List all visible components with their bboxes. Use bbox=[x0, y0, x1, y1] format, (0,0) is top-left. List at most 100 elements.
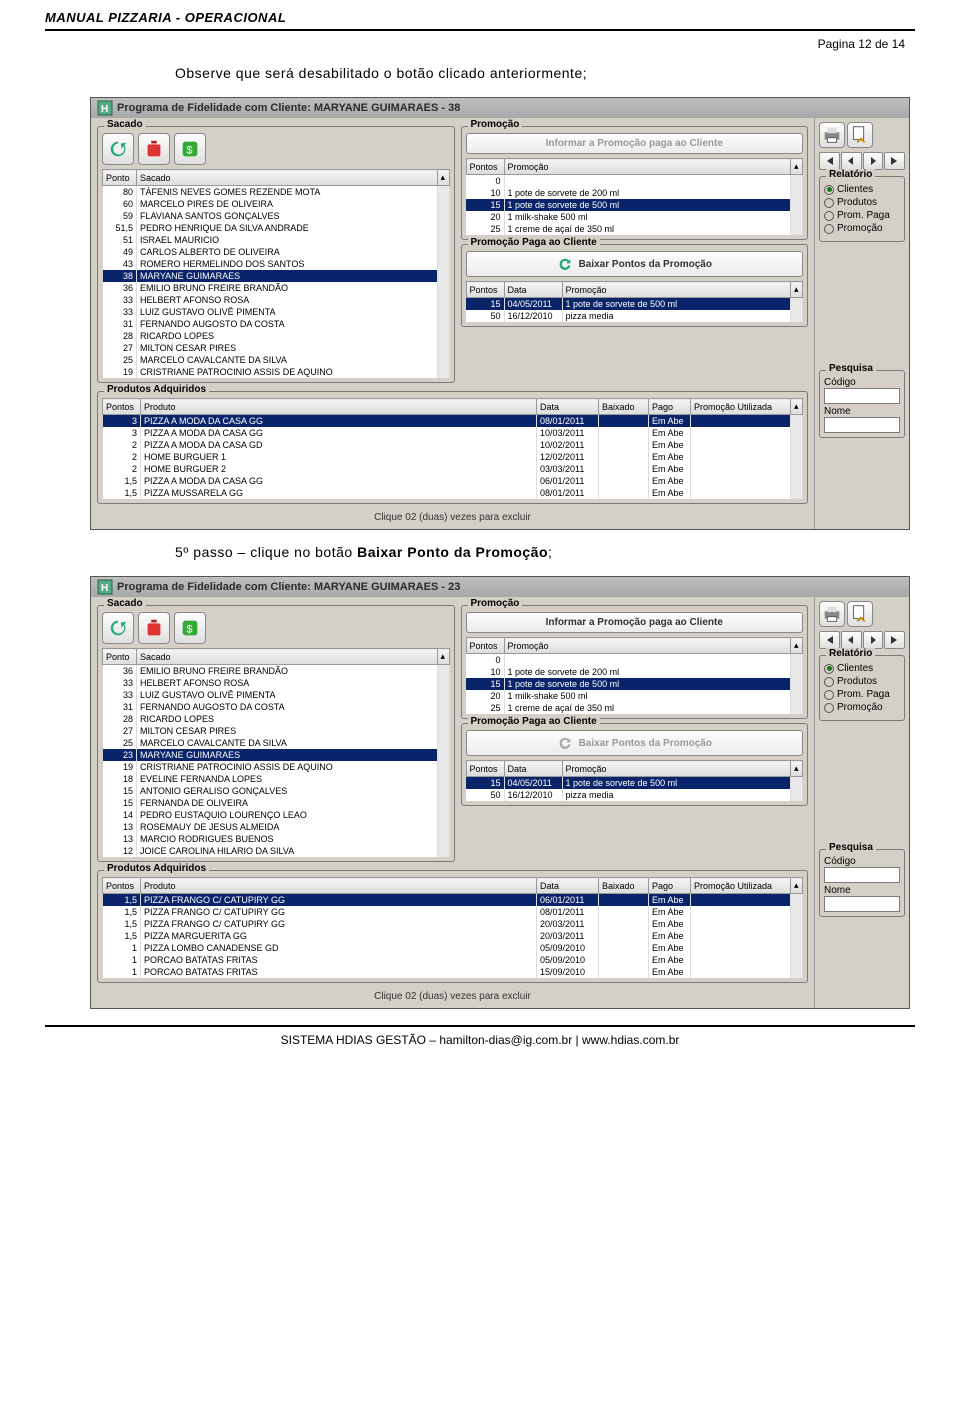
table-row[interactable]: 25MARCELO CAVALCANTE DA SILVA bbox=[103, 354, 450, 366]
radio-produtos[interactable]: Produtos bbox=[824, 196, 900, 209]
col-ponto[interactable]: Ponto bbox=[103, 170, 137, 186]
col-baixado[interactable]: Baixado bbox=[599, 878, 649, 894]
col-produto[interactable]: Produto bbox=[141, 399, 537, 415]
col-sacado[interactable]: Sacado bbox=[137, 170, 438, 186]
scroll-up-icon[interactable]: ▴ bbox=[791, 638, 803, 654]
table-row[interactable]: 15FERNANDA DE OLIVEIRA bbox=[103, 797, 450, 809]
table-row[interactable]: 101 pote de sorvete de 200 ml bbox=[466, 187, 803, 199]
table-row[interactable]: 59FLAVIANA SANTOS GONÇALVES bbox=[103, 210, 450, 222]
money-button[interactable]: $ bbox=[174, 612, 206, 644]
radio-clientes[interactable]: Clientes bbox=[824, 662, 900, 675]
codigo-input[interactable] bbox=[824, 867, 900, 883]
promo-table[interactable]: Pontos Promoção ▴ 0101 pote de sorvete d… bbox=[466, 158, 804, 235]
table-row[interactable]: 151 pote de sorvete de 500 ml bbox=[466, 678, 803, 690]
codigo-input[interactable] bbox=[824, 388, 900, 404]
table-row[interactable]: 0 bbox=[466, 175, 803, 188]
table-row[interactable]: 1,5PIZZA FRANGO C/ CATUPIRY GG06/01/2011… bbox=[103, 894, 803, 907]
table-row[interactable]: 12JOICE CAROLINA HILARIO DA SILVA bbox=[103, 845, 450, 857]
table-row[interactable]: 27MILTON CESAR PIRES bbox=[103, 725, 450, 737]
col-data[interactable]: Data bbox=[504, 282, 562, 298]
table-row[interactable]: 151 pote de sorvete de 500 ml bbox=[466, 199, 803, 211]
last-button[interactable] bbox=[884, 631, 905, 649]
table-row[interactable]: 28RICARDO LOPES bbox=[103, 713, 450, 725]
informar-promocao-button[interactable]: Informar a Promoção paga ao Cliente bbox=[466, 612, 804, 633]
promo-table[interactable]: Pontos Promoção ▴ 0101 pote de sorvete d… bbox=[466, 637, 804, 714]
radio-produtos[interactable]: Produtos bbox=[824, 675, 900, 688]
last-button[interactable] bbox=[884, 152, 905, 170]
col-pago[interactable]: Pago bbox=[649, 878, 691, 894]
table-row[interactable]: 2HOME BURGUER 203/03/2011Em Abe bbox=[103, 463, 803, 475]
table-row[interactable]: 13MARCIO RODRIGUES BUENOS bbox=[103, 833, 450, 845]
table-row[interactable]: 1,5PIZZA FRANGO C/ CATUPIRY GG08/01/2011… bbox=[103, 906, 803, 918]
col-pago[interactable]: Pago bbox=[649, 399, 691, 415]
table-row[interactable]: 1504/05/20111 pote de sorvete de 500 ml bbox=[466, 777, 803, 790]
table-row[interactable]: 3PIZZA A MODA DA CASA GG08/01/2011Em Abe bbox=[103, 415, 803, 428]
table-row[interactable]: 1,5PIZZA FRANGO C/ CATUPIRY GG20/03/2011… bbox=[103, 918, 803, 930]
col-data[interactable]: Data bbox=[537, 878, 599, 894]
table-row[interactable]: 80TÁFENIS NEVES GOMES REZENDE MOTA bbox=[103, 186, 450, 199]
refresh-button[interactable] bbox=[102, 133, 134, 165]
table-row[interactable]: 23MARYANE GUIMARAES bbox=[103, 749, 450, 761]
table-row[interactable]: 251 creme de açaí de 350 ml bbox=[466, 702, 803, 714]
radio-promocao[interactable]: Promoção bbox=[824, 701, 900, 714]
scroll-up-icon[interactable]: ▴ bbox=[437, 649, 449, 665]
scroll-up-icon[interactable]: ▴ bbox=[791, 761, 803, 777]
table-row[interactable]: 36EMILIO BRUNO FREIRE BRANDÃO bbox=[103, 665, 450, 678]
delete-button[interactable] bbox=[138, 133, 170, 165]
col-promocao[interactable]: Promoção bbox=[504, 159, 791, 175]
col-sacado[interactable]: Sacado bbox=[137, 649, 438, 665]
table-row[interactable]: 1,5PIZZA MARGUERITA GG20/03/2011Em Abe bbox=[103, 930, 803, 942]
table-row[interactable]: 13ROSEMAUY DE JESUS ALMEIDA bbox=[103, 821, 450, 833]
radio-promocao[interactable]: Promoção bbox=[824, 222, 900, 235]
table-row[interactable]: 201 milk-shake 500 ml bbox=[466, 211, 803, 223]
table-row[interactable]: 1,5PIZZA MUSSARELA GG08/01/2011Em Abe bbox=[103, 487, 803, 499]
table-row[interactable]: 51ISRAEL MAURICIO bbox=[103, 234, 450, 246]
baixar-pontos-button[interactable]: Baixar Pontos da Promoção bbox=[466, 251, 804, 277]
radio-prom-paga[interactable]: Prom. Paga bbox=[824, 209, 900, 222]
paga-table[interactable]: Pontos Data Promoção ▴ 1504/05/20111 pot… bbox=[466, 281, 804, 322]
first-button[interactable] bbox=[819, 152, 840, 170]
table-row[interactable]: 49CARLOS ALBERTO DE OLIVEIRA bbox=[103, 246, 450, 258]
table-row[interactable]: 5016/12/2010pizza media bbox=[466, 789, 803, 801]
scroll-up-icon[interactable]: ▴ bbox=[437, 170, 449, 186]
col-promocao[interactable]: Promoção bbox=[504, 638, 791, 654]
next-button[interactable] bbox=[863, 152, 884, 170]
sacado-table[interactable]: Ponto Sacado ▴ 36EMILIO BRUNO FREIRE BRA… bbox=[102, 648, 450, 857]
col-promocao[interactable]: Promoção bbox=[562, 282, 791, 298]
table-row[interactable]: 1PIZZA LOMBO CANADENSE GD05/09/2010Em Ab… bbox=[103, 942, 803, 954]
next-button[interactable] bbox=[863, 631, 884, 649]
export-button[interactable] bbox=[847, 122, 873, 148]
table-row[interactable]: 1504/05/20111 pote de sorvete de 500 ml bbox=[466, 298, 803, 311]
table-row[interactable]: 101 pote de sorvete de 200 ml bbox=[466, 666, 803, 678]
sacado-table[interactable]: Ponto Sacado ▴ 80TÁFENIS NEVES GOMES REZ… bbox=[102, 169, 450, 378]
table-row[interactable]: 14PEDRO EUSTAQUIO LOURENÇO LEAO bbox=[103, 809, 450, 821]
radio-clientes[interactable]: Clientes bbox=[824, 183, 900, 196]
refresh-button[interactable] bbox=[102, 612, 134, 644]
table-row[interactable]: 1PORCAO BATATAS FRITAS15/09/2010Em Abe bbox=[103, 966, 803, 978]
col-promocao[interactable]: Promoção bbox=[562, 761, 791, 777]
table-row[interactable]: 36EMILIO BRUNO FREIRE BRANDÃO bbox=[103, 282, 450, 294]
col-ponto[interactable]: Ponto bbox=[103, 649, 137, 665]
table-row[interactable]: 0 bbox=[466, 654, 803, 667]
money-button[interactable]: $ bbox=[174, 133, 206, 165]
first-button[interactable] bbox=[819, 631, 840, 649]
col-pontos[interactable]: Pontos bbox=[466, 761, 504, 777]
table-row[interactable]: 28RICARDO LOPES bbox=[103, 330, 450, 342]
produtos-table[interactable]: Pontos Produto Data Baixado Pago Promoçã… bbox=[102, 877, 803, 978]
col-baixado[interactable]: Baixado bbox=[599, 399, 649, 415]
table-row[interactable]: 43ROMERO HERMELINDO DOS SANTOS bbox=[103, 258, 450, 270]
col-data[interactable]: Data bbox=[537, 399, 599, 415]
col-data[interactable]: Data bbox=[504, 761, 562, 777]
table-row[interactable]: 3PIZZA A MODA DA CASA GG10/03/2011Em Abe bbox=[103, 427, 803, 439]
table-row[interactable]: 25MARCELO CAVALCANTE DA SILVA bbox=[103, 737, 450, 749]
table-row[interactable]: 60MARCELO PIRES DE OLIVEIRA bbox=[103, 198, 450, 210]
table-row[interactable]: 1,5PIZZA A MODA DA CASA GG06/01/2011Em A… bbox=[103, 475, 803, 487]
informar-promocao-button[interactable]: Informar a Promoção paga ao Cliente bbox=[466, 133, 804, 154]
table-row[interactable]: 19CRISTRIANE PATROCINIO ASSIS DE AQUINO bbox=[103, 761, 450, 773]
table-row[interactable]: 2PIZZA A MODA DA CASA GD10/02/2011Em Abe bbox=[103, 439, 803, 451]
table-row[interactable]: 201 milk-shake 500 ml bbox=[466, 690, 803, 702]
table-row[interactable]: 27MILTON CESAR PIRES bbox=[103, 342, 450, 354]
nome-input[interactable] bbox=[824, 417, 900, 433]
print-button[interactable] bbox=[819, 122, 845, 148]
prev-button[interactable] bbox=[841, 152, 862, 170]
